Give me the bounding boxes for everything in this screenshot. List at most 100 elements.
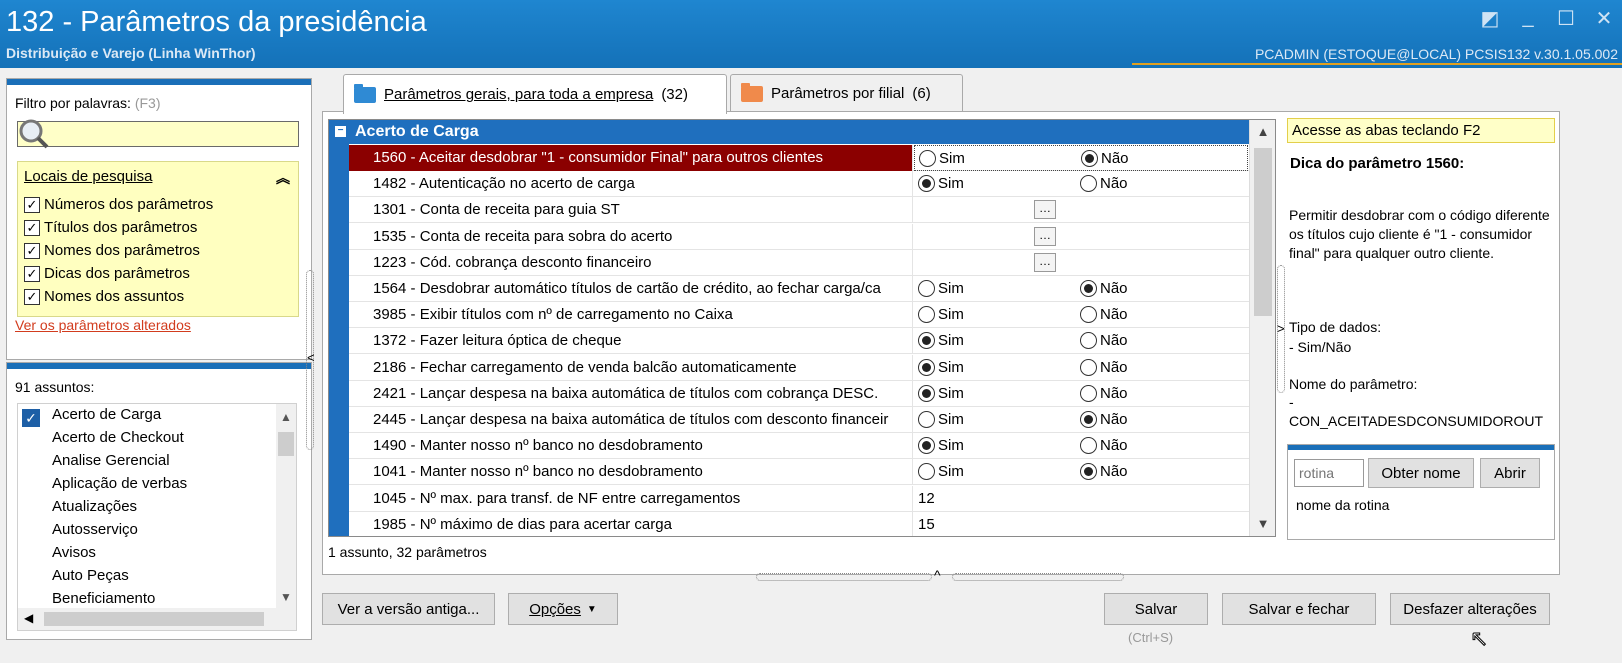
parameter-value[interactable]: Sim Não (914, 145, 1248, 171)
table-row[interactable]: 1482 - Autenticação no acerto de carga Si… (349, 171, 1249, 198)
table-row[interactable]: 1301 - Conta de receita para guia ST… (349, 197, 1249, 224)
radio-no[interactable]: Não (1080, 358, 1128, 376)
save-button[interactable]: Salvar (1104, 593, 1208, 625)
radio-yes[interactable]: Sim (918, 358, 964, 376)
option-subject-names[interactable]: ✓ Nomes dos assuntos (24, 288, 184, 305)
group-header[interactable]: − Acerto de Carga (329, 120, 1249, 144)
parameter-value[interactable]: Sim Não (914, 459, 1248, 485)
radio-button[interactable] (918, 332, 935, 350)
radio-button[interactable] (1080, 384, 1097, 402)
save-and-close-button[interactable]: Salvar e fechar (1222, 593, 1376, 625)
list-item[interactable]: Aplicação de verbas (52, 475, 187, 492)
table-row[interactable]: 1223 - Cód. cobrança desconto financeiro… (349, 249, 1249, 276)
option-parameter-names[interactable]: ✓ Nomes dos parâmetros (24, 242, 200, 259)
parameter-value[interactable]: 15 (914, 512, 1248, 536)
table-row[interactable]: 2186 - Fechar carregamento de venda balc… (349, 354, 1249, 381)
radio-button[interactable] (918, 463, 935, 481)
view-changed-parameters-link[interactable]: Ver os parâmetros alterados (15, 317, 191, 333)
list-item[interactable]: Acerto de Carga (52, 406, 161, 423)
parameter-value[interactable]: Sim Não (914, 328, 1248, 354)
hint-panel-splitter[interactable]: > (1277, 265, 1287, 393)
radio-yes[interactable]: Sim (918, 463, 964, 481)
radio-yes[interactable]: Sim (918, 332, 964, 350)
list-item[interactable]: Beneficiamento (52, 590, 155, 607)
expand-right-icon[interactable]: > (1277, 321, 1285, 336)
bottom-splitter[interactable]: ^ (756, 567, 1126, 583)
table-row[interactable]: 3985 - Exibir títulos com nº de carregam… (349, 302, 1249, 329)
table-row[interactable]: 1372 - Fazer leitura óptica de cheque Sim… (349, 328, 1249, 355)
collapse-up-icon[interactable]: ^ (934, 567, 941, 583)
radio-no[interactable]: Não (1080, 384, 1128, 402)
scroll-thumb[interactable] (44, 612, 264, 626)
table-row[interactable]: 1985 - Nº máximo de dias para acertar ca… (349, 511, 1249, 536)
radio-button[interactable] (918, 411, 935, 428)
checkbox[interactable]: ✓ (24, 288, 40, 305)
routine-input[interactable] (1294, 459, 1364, 487)
list-item[interactable]: Atualizações (52, 498, 137, 515)
undo-changes-button[interactable]: Desfazer alterações (1390, 593, 1550, 625)
list-item[interactable]: Auto Peças (52, 567, 129, 584)
radio-yes[interactable]: Sim (919, 150, 965, 167)
parameter-value[interactable]: 12 (914, 486, 1248, 512)
radio-button[interactable] (1081, 150, 1098, 167)
scroll-up-icon[interactable]: ▲ (276, 410, 296, 424)
collapse-group-icon[interactable]: − (335, 126, 346, 137)
radio-button[interactable] (918, 358, 935, 376)
radio-button[interactable] (918, 280, 935, 297)
left-panel-splitter[interactable]: < (306, 270, 316, 450)
collapse-left-icon[interactable]: < (307, 350, 315, 365)
parameter-value[interactable]: Sim Não (914, 171, 1248, 197)
search-input[interactable] (17, 121, 299, 147)
radio-no[interactable]: Não (1080, 175, 1128, 193)
checkbox[interactable]: ✓ (24, 196, 40, 213)
parameter-value[interactable]: Sim Não (914, 276, 1248, 302)
table-row[interactable]: 1564 - Desdobrar automático títulos de c… (349, 276, 1249, 302)
subjects-vertical-scrollbar[interactable]: ▲ ▼ (276, 404, 296, 630)
radio-button[interactable] (1080, 411, 1097, 428)
radio-button[interactable] (1080, 358, 1097, 376)
minimize-icon[interactable]: _ (1518, 6, 1538, 31)
radio-yes[interactable]: Sim (918, 175, 964, 193)
radio-no[interactable]: Não (1080, 306, 1128, 324)
radio-yes[interactable]: Sim (918, 306, 964, 324)
list-item[interactable]: Acerto de Checkout (52, 429, 184, 446)
parameter-value[interactable]: Sim Não (914, 433, 1248, 459)
option-parameter-tips[interactable]: ✓ Dicas dos parâmetros (24, 265, 190, 282)
parameter-value[interactable]: Sim Não (914, 381, 1248, 407)
scroll-thumb[interactable] (278, 432, 294, 456)
list-item[interactable]: Avisos (52, 544, 96, 561)
radio-button[interactable] (1080, 175, 1097, 193)
table-row[interactable]: 1045 - Nº max. para transf. de NF entre … (349, 485, 1249, 512)
radio-no[interactable]: Não (1080, 437, 1128, 455)
radio-yes[interactable]: Sim (918, 384, 964, 402)
scroll-left-icon[interactable]: ◀ (24, 611, 33, 625)
list-item[interactable]: Analise Gerencial (52, 452, 170, 469)
radio-no[interactable]: Não (1081, 150, 1129, 167)
collapse-chevron-icon[interactable]: ︽ (276, 168, 290, 188)
radio-no[interactable]: Não (1080, 332, 1128, 350)
radio-yes[interactable]: Sim (918, 280, 964, 297)
option-parameter-numbers[interactable]: ✓ Números dos parâmetros (24, 196, 213, 213)
parameter-value[interactable]: Sim Não (914, 302, 1248, 328)
maximize-icon[interactable]: ☐ (1556, 6, 1576, 31)
restore-icon[interactable]: ◩ (1480, 6, 1500, 31)
radio-button[interactable] (918, 175, 935, 193)
radio-button[interactable] (1080, 437, 1097, 455)
grid-vertical-scrollbar[interactable]: ▲ ▼ (1249, 120, 1275, 536)
parameter-value[interactable]: Sim Não (914, 407, 1248, 433)
radio-yes[interactable]: Sim (918, 437, 964, 455)
parameter-value[interactable]: … (914, 197, 1248, 223)
scroll-up-icon[interactable]: ▲ (1250, 124, 1275, 139)
radio-button[interactable] (1080, 332, 1097, 350)
splitter-grip[interactable] (756, 573, 932, 581)
checkbox[interactable]: ✓ (24, 265, 40, 282)
radio-no[interactable]: Não (1080, 463, 1128, 481)
scroll-down-icon[interactable]: ▼ (276, 590, 296, 604)
checkmark-icon[interactable]: ✓ (22, 409, 40, 427)
radio-button[interactable] (1080, 463, 1097, 481)
table-row[interactable]: 1041 - Manter nosso nº banco no desdobra… (349, 459, 1249, 486)
list-item[interactable]: Autosserviço (52, 521, 138, 538)
table-row[interactable]: 2421 - Lançar despesa na baixa automátic… (349, 380, 1249, 407)
radio-yes[interactable]: Sim (918, 411, 964, 428)
close-icon[interactable]: ✕ (1594, 6, 1614, 31)
